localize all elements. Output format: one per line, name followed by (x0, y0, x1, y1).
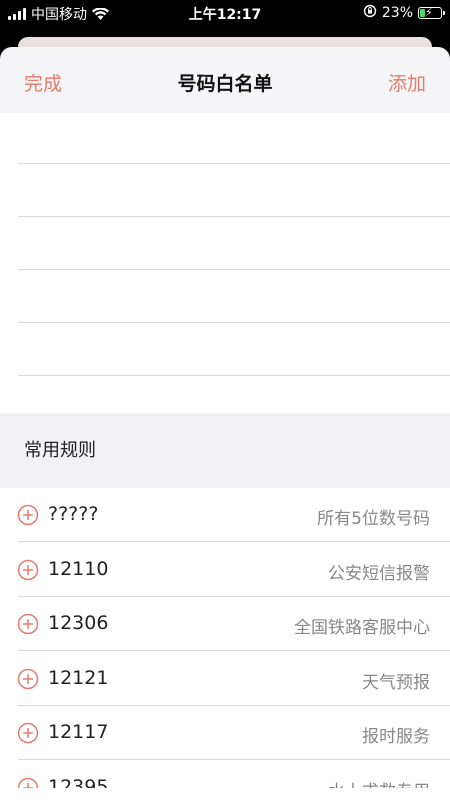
add-button[interactable]: 添加 (388, 69, 426, 96)
whitelist-sheet: 完成 号码白名单 添加 常用规则 ????? 所有5位数号码 12110 公安短… (0, 47, 450, 800)
add-rule-icon[interactable] (17, 613, 39, 635)
add-rule-icon[interactable] (17, 722, 39, 744)
list-divider (18, 375, 450, 376)
add-rule-icon[interactable] (17, 559, 39, 581)
rule-number: 12117 (48, 721, 109, 743)
rule-row[interactable]: 12117 报时服务 (0, 706, 450, 760)
rule-description: 报时服务 (362, 727, 430, 747)
rule-row[interactable]: 12110 公安短信报警 (0, 543, 450, 597)
battery-icon: ⚡ (418, 6, 445, 19)
charging-icon: ⚡ (425, 6, 433, 19)
navigation-bar: 完成 号码白名单 添加 (0, 47, 450, 113)
rule-row[interactable]: ????? 所有5位数号码 (0, 488, 450, 542)
rule-number: 12110 (48, 557, 109, 580)
rule-row[interactable]: 12121 天气预报 (0, 652, 450, 706)
rule-description: 所有5位数号码 (317, 509, 430, 529)
rule-number: 12121 (48, 666, 109, 689)
add-rule-icon[interactable] (17, 504, 39, 526)
page-title: 号码白名单 (177, 73, 273, 95)
rule-number: 12306 (48, 612, 109, 634)
rule-description: 全国铁路客服中心 (294, 618, 430, 638)
rule-row[interactable]: 12306 全国铁路客服中心 (0, 597, 450, 651)
section-header: 常用规则 (0, 414, 450, 488)
list-divider (18, 216, 450, 217)
orientation-lock-icon (363, 4, 377, 22)
section-title: 常用规则 (24, 440, 96, 461)
rule-number: ????? (48, 503, 99, 525)
whitelist-list (0, 113, 450, 413)
battery-percent: 23% (381, 5, 413, 21)
list-divider (18, 322, 450, 323)
bottom-edge (0, 788, 450, 800)
list-divider (18, 269, 450, 270)
rules-list: ????? 所有5位数号码 12110 公安短信报警 12306 全国铁路客服中… (0, 488, 450, 800)
status-right: 23% ⚡ (363, 4, 445, 22)
add-rule-icon[interactable] (17, 668, 39, 690)
list-divider (18, 163, 450, 164)
screen: 中国移动 上午12:17 23% ⚡ 完成 号码白名单 添加 常用规则 ????… (0, 0, 450, 800)
status-bar: 中国移动 上午12:17 23% ⚡ (0, 0, 450, 26)
rule-description: 天气预报 (362, 672, 430, 693)
rule-description: 公安短信报警 (328, 563, 430, 584)
